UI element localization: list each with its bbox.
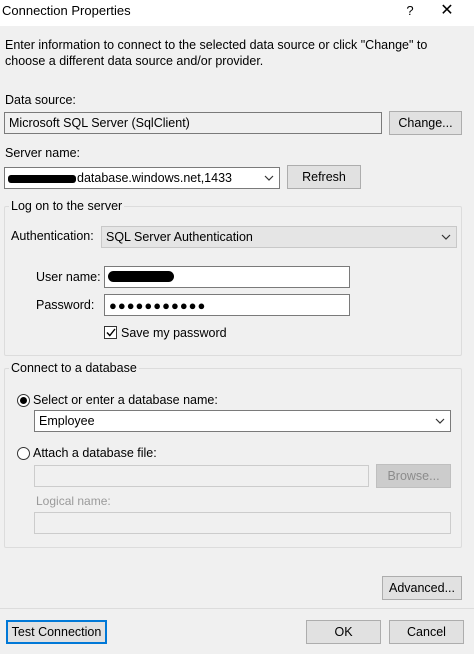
save-password-checkbox[interactable] — [104, 326, 117, 339]
chevron-down-icon[interactable] — [432, 412, 448, 430]
attach-database-label[interactable]: Attach a database file: — [33, 446, 157, 460]
database-name-combo[interactable]: Employee — [34, 410, 451, 432]
user-name-label: User name: — [36, 270, 101, 284]
database-name-value: Employee — [39, 414, 95, 428]
checkmark-icon — [105, 328, 116, 337]
authentication-combo[interactable]: SQL Server Authentication — [101, 226, 457, 248]
close-icon: ✕ — [440, 2, 454, 19]
test-connection-button[interactable]: Test Connection — [6, 620, 107, 644]
ok-button[interactable]: OK — [306, 620, 381, 644]
refresh-button[interactable]: Refresh — [287, 165, 361, 189]
connection-properties-dialog: Connection Properties ? ✕ Enter informat… — [0, 0, 474, 654]
close-button[interactable]: ✕ — [432, 0, 462, 22]
window-title: Connection Properties — [2, 3, 131, 18]
select-database-radio[interactable] — [17, 394, 30, 407]
chevron-down-icon[interactable] — [438, 228, 454, 246]
data-source-label: Data source: — [5, 93, 76, 107]
user-name-input[interactable] — [104, 266, 350, 288]
server-name-label: Server name: — [5, 146, 81, 160]
redacted-user-name — [108, 271, 174, 282]
redacted-server-prefix — [8, 175, 76, 183]
chevron-down-icon[interactable] — [261, 169, 277, 187]
advanced-button[interactable]: Advanced... — [382, 576, 462, 600]
authentication-value: SQL Server Authentication — [106, 230, 253, 244]
server-name-combo[interactable]: database.windows.net,1433 — [4, 167, 280, 189]
data-source-field: Microsoft SQL Server (SqlClient) — [4, 112, 382, 134]
password-input[interactable]: ●●●●●●●●●●● — [104, 294, 350, 316]
database-group-title: Connect to a database — [9, 361, 139, 375]
logical-name-input[interactable] — [34, 512, 451, 534]
password-label: Password: — [36, 298, 95, 312]
browse-button[interactable]: Browse... — [376, 464, 451, 488]
logon-group-title: Log on to the server — [9, 199, 125, 213]
attach-database-input[interactable] — [34, 465, 369, 487]
change-button[interactable]: Change... — [389, 111, 462, 135]
help-button[interactable]: ? — [402, 1, 418, 21]
logical-name-label: Logical name: — [36, 494, 111, 508]
attach-database-radio[interactable] — [17, 447, 30, 460]
server-name-value: database.windows.net,1433 — [77, 171, 232, 185]
instructions-text: Enter information to connect to the sele… — [5, 38, 428, 68]
select-database-label[interactable]: Select or enter a database name: — [33, 393, 218, 407]
cancel-button[interactable]: Cancel — [389, 620, 464, 644]
authentication-label: Authentication: — [11, 229, 94, 243]
save-password-label[interactable]: Save my password — [121, 326, 227, 340]
footer-divider — [0, 608, 474, 609]
title-bar: Connection Properties ? ✕ — [0, 0, 474, 26]
